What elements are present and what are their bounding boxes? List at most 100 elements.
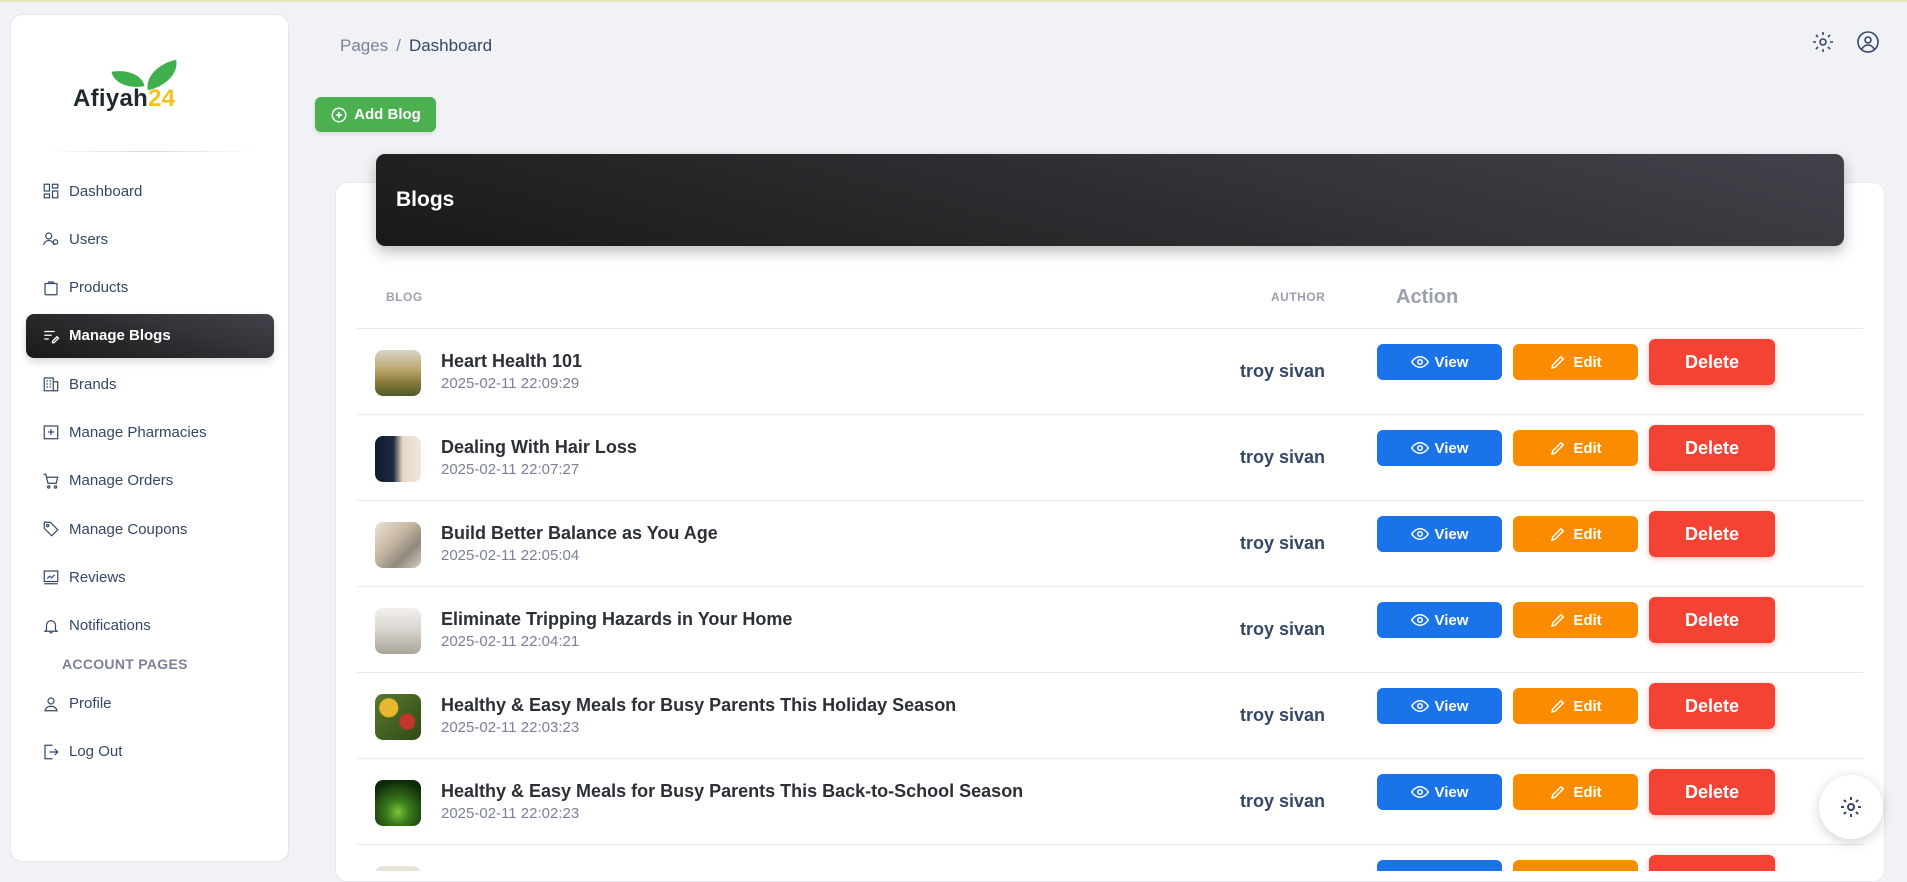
sidebar-item-logout[interactable]: Log Out	[26, 730, 274, 774]
delete-button[interactable]: Delete	[1649, 339, 1775, 385]
eye-icon	[1410, 699, 1429, 713]
pencil-icon	[1551, 355, 1565, 370]
blog-thumbnail	[375, 436, 421, 482]
delete-button[interactable]: Delete	[1649, 511, 1775, 557]
eye-icon	[1410, 355, 1429, 369]
blog-title: Heart Health 101	[441, 351, 583, 371]
blog-author: troy sivan	[1240, 791, 1326, 811]
breadcrumb-separator: /	[396, 36, 401, 55]
view-button[interactable]: View	[1377, 688, 1502, 724]
dashboard-icon	[42, 182, 60, 200]
table-row	[357, 845, 1863, 871]
delete-button[interactable]: Delete	[1649, 597, 1775, 643]
pencil-icon	[1551, 785, 1565, 800]
sidebar-item-label: Profile	[69, 695, 112, 713]
card-title: Blogs	[396, 188, 455, 211]
sidebar-item-label: Dashboard	[69, 182, 143, 200]
account-pages-label: ACCOUNT PAGES	[62, 655, 188, 672]
pharmacy-icon	[42, 423, 60, 441]
view-button[interactable]: View	[1377, 774, 1502, 810]
view-button[interactable]: View	[1377, 344, 1502, 380]
sidebar-item-users[interactable]: Users	[26, 217, 274, 261]
sidebar-divider	[41, 151, 258, 152]
settings-gear-icon[interactable]	[1811, 30, 1835, 54]
sidebar-item-label: Users	[69, 230, 109, 248]
delete-button[interactable]: Delete	[1649, 425, 1775, 471]
sidebar-item-manage-pharmacies[interactable]: Manage Pharmacies	[26, 410, 274, 454]
sidebar-item-label: Brands	[69, 375, 117, 393]
gear-icon	[1841, 797, 1861, 817]
products-icon	[42, 279, 60, 297]
sidebar-item-label: Manage Pharmacies	[69, 423, 207, 441]
edit-button[interactable]: Edit	[1513, 344, 1638, 380]
view-button[interactable]	[1377, 860, 1502, 871]
sidebar-item-label: Manage Orders	[69, 472, 174, 490]
sidebar-item-manage-coupons[interactable]: Manage Coupons	[26, 507, 274, 551]
sidebar-item-label: Products	[69, 279, 129, 297]
view-button[interactable]: View	[1377, 516, 1502, 552]
sidebar-item-products[interactable]: Products	[26, 266, 274, 310]
blog-date: 2025-02-11 22:07:27	[441, 461, 580, 478]
sidebar-item-brands[interactable]: Brands	[26, 362, 274, 406]
sidebar-item-profile[interactable]: Profile	[26, 682, 274, 726]
pencil-icon	[1551, 699, 1565, 714]
brand-logo[interactable]: Afiyah24	[63, 55, 223, 125]
edit-button[interactable]	[1513, 860, 1638, 871]
profile-icon	[42, 695, 60, 713]
add-circle-icon	[331, 107, 347, 122]
edit-button[interactable]: Edit	[1513, 602, 1638, 638]
blog-author: troy sivan	[1240, 705, 1326, 725]
breadcrumb-parent[interactable]: Pages	[340, 36, 388, 55]
blog-thumbnail	[375, 780, 421, 826]
view-button[interactable]: View	[1377, 602, 1502, 638]
delete-button[interactable]: Delete	[1649, 683, 1775, 729]
blog-date: 2025-02-11 22:09:29	[441, 375, 580, 392]
blogs-card-header: Blogs	[376, 154, 1844, 246]
blog-author: troy sivan	[1240, 361, 1326, 381]
blog-thumbnail	[375, 694, 421, 740]
table-row: Eliminate Tripping Hazards in Your Home …	[357, 587, 1863, 673]
edit-button[interactable]: Edit	[1513, 430, 1638, 466]
users-icon	[42, 230, 60, 248]
view-button[interactable]: View	[1377, 430, 1502, 466]
blog-thumbnail	[375, 608, 421, 654]
configurator-button[interactable]	[1819, 775, 1883, 839]
brands-icon	[42, 375, 60, 393]
sidebar-item-label: Manage Coupons	[69, 520, 188, 538]
column-header-action: Action	[1396, 286, 1459, 308]
sidebar-item-reviews[interactable]: Reviews	[26, 555, 274, 599]
delete-button[interactable]: Delete	[1649, 769, 1775, 815]
breadcrumb-current: Dashboard	[408, 36, 493, 55]
edit-button[interactable]: Edit	[1513, 774, 1638, 810]
table-row: Dealing With Hair Loss 2025-02-11 22:07:…	[357, 415, 1863, 501]
table-row: Healthy & Easy Meals for Busy Parents Th…	[357, 673, 1863, 759]
sidebar-item-manage-orders[interactable]: Manage Orders	[26, 459, 274, 503]
pencil-icon	[1551, 441, 1565, 456]
pencil-icon	[1551, 527, 1565, 542]
sidebar-item-label: Notifications	[69, 617, 151, 635]
sidebar: Afiyah24 Dashboard Users Products Manage…	[10, 14, 289, 862]
eye-icon	[1410, 613, 1429, 627]
sidebar-item-notifications[interactable]: Notifications	[26, 604, 274, 648]
table-row: Heart Health 101 2025-02-11 22:09:29 tro…	[357, 329, 1863, 415]
column-header-author: AUTHOR	[1271, 290, 1326, 304]
blog-thumbnail	[375, 350, 421, 396]
blog-title: Build Better Balance as You Age	[441, 523, 718, 543]
column-header-blog: BLOG	[386, 290, 423, 304]
edit-button[interactable]: Edit	[1513, 688, 1638, 724]
table-row: Healthy & Easy Meals for Busy Parents Th…	[357, 759, 1863, 845]
sidebar-item-label: Log Out	[69, 743, 123, 761]
sidebar-item-dashboard[interactable]: Dashboard	[26, 169, 274, 213]
sidebar-item-manage-blogs[interactable]: Manage Blogs	[26, 313, 274, 358]
pencil-icon	[1551, 613, 1565, 628]
tag-icon	[42, 520, 60, 538]
bell-icon	[42, 617, 60, 635]
blog-title: Eliminate Tripping Hazards in Your Home	[441, 609, 793, 629]
add-blog-button[interactable]: Add Blog	[315, 97, 436, 132]
breadcrumb: Pages / Dashboard	[340, 36, 492, 56]
blog-date: 2025-02-11 22:03:23	[441, 719, 580, 736]
blog-author: troy sivan	[1240, 447, 1326, 467]
edit-button[interactable]: Edit	[1513, 516, 1638, 552]
account-circle-icon[interactable]	[1856, 30, 1880, 54]
eye-icon	[1410, 785, 1429, 799]
